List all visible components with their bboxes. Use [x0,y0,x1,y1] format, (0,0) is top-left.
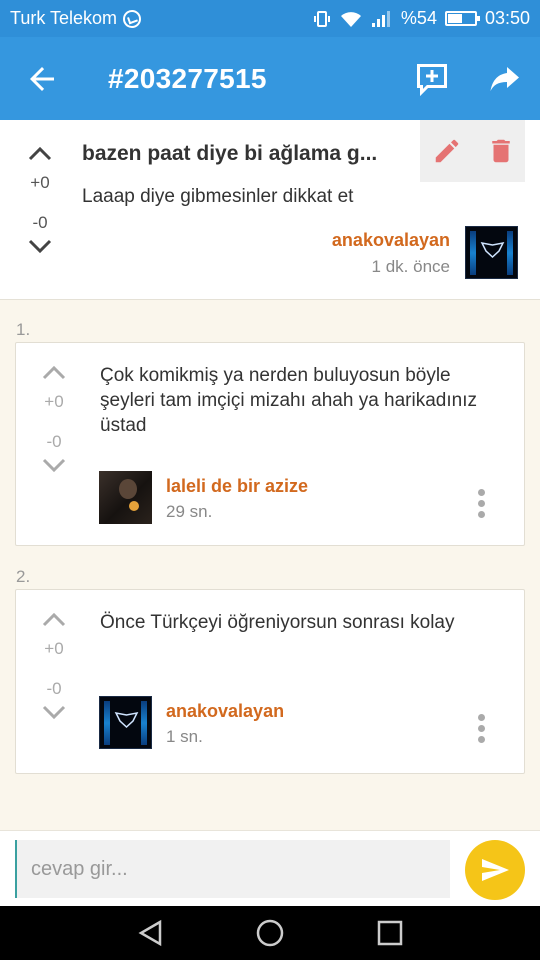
post-actions [420,120,525,182]
share-icon[interactable] [486,61,522,97]
comment-index: 1. [16,320,31,339]
reply-bar [0,830,540,906]
whatsapp-icon [123,9,142,28]
battery-icon [444,11,480,26]
comment-author[interactable]: laleli de bir azize [166,476,308,497]
upvote-count: +0 [30,173,50,192]
avatar[interactable] [465,226,518,279]
comment-time: 1 sn. [166,727,203,746]
battery-percent: %54 [400,8,437,28]
clock: 03:50 [484,8,530,28]
upvote-chevron-icon[interactable] [41,612,67,628]
back-arrow-icon[interactable] [24,61,60,97]
upvote-chevron-icon[interactable] [41,365,67,381]
comment-vote: +0 -0 [34,365,74,473]
post-vote: +0 -0 [20,146,60,254]
wing-logo-icon [480,241,505,259]
upvote-count: +0 [44,639,64,658]
wing-logo-icon [114,711,139,729]
downvote-count: -0 [46,679,62,698]
carrier-label: Turk Telekom [10,8,118,28]
status-bar: Turk Telekom %54 03:50 [0,0,540,37]
comment-author[interactable]: anakovalayan [166,701,284,722]
avatar[interactable] [99,471,152,524]
send-icon [482,859,509,881]
reply-input[interactable] [15,840,450,898]
downvote-count: -0 [46,432,62,451]
navigation-bar [0,906,540,960]
more-options-icon[interactable] [478,489,486,522]
comment-text: Çok komikmiş ya nerden buluyosun böyle ş… [100,365,477,436]
comment-vote: +0 -0 [34,612,74,720]
post-author[interactable]: anakovalayan [332,230,450,251]
upvote-chevron-icon[interactable] [27,146,53,162]
edit-icon[interactable] [432,136,462,166]
page-title: #203277515 [108,63,267,94]
comment-card: +0 -0 Önce Türkçeyi öğreniyorsun sonrası… [15,589,525,774]
delete-icon[interactable] [486,136,516,166]
avatar[interactable] [99,696,152,749]
app-bar: #203277515 [0,37,540,120]
signal-icon [371,10,390,27]
nav-home-icon[interactable] [255,919,285,947]
post-author-block: anakovalayan 1 dk. önce [332,230,450,277]
post-title: bazen paat diye bi ağlama g... [82,142,378,165]
comment-index: 2. [16,567,31,586]
downvote-chevron-icon[interactable] [27,238,53,254]
wifi-icon [340,11,361,27]
post-time: 1 dk. önce [371,257,450,276]
nav-recents-icon[interactable] [375,919,405,947]
comment-time: 29 sn. [166,502,213,521]
send-button[interactable] [465,840,525,900]
comment-text: Önce Türkçeyi öğreniyorsun sonrası kolay [100,612,455,633]
downvote-chevron-icon[interactable] [41,457,67,473]
vibrate-icon [313,10,330,27]
post-body: Laaap diye gibmesinler dikkat et [82,186,354,207]
nav-back-icon[interactable] [136,919,166,947]
downvote-chevron-icon[interactable] [41,704,67,720]
downvote-count: -0 [32,213,48,232]
comment-card: +0 -0 Çok komikmiş ya nerden buluyosun b… [15,342,525,546]
more-options-icon[interactable] [478,714,486,747]
add-comment-icon[interactable] [414,61,450,97]
upvote-count: +0 [44,392,64,411]
post: +0 -0 bazen paat diye bi ağlama g... Laa… [0,120,540,300]
